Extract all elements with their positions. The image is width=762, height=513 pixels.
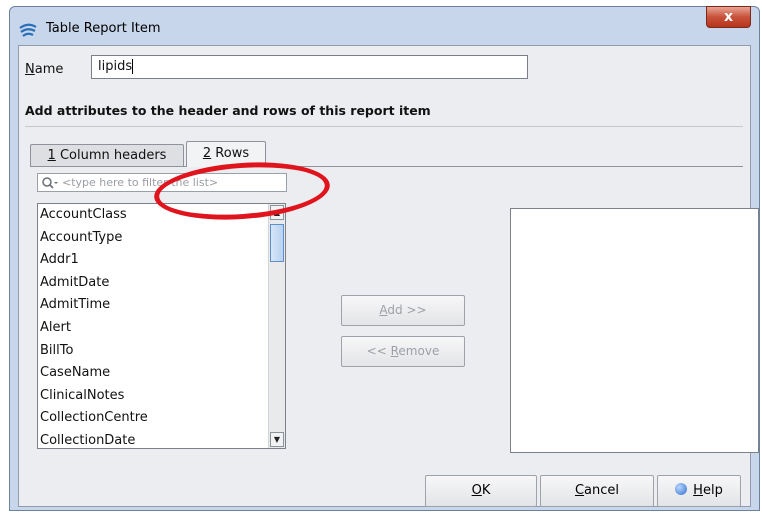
close-button[interactable]: x — [706, 6, 751, 28]
window-title: Table Report Item — [46, 21, 161, 36]
separator — [25, 126, 743, 127]
name-input[interactable]: lipids — [91, 55, 528, 79]
app-icon — [19, 23, 37, 37]
text-caret — [132, 59, 134, 74]
tab-baseline — [265, 166, 743, 167]
search-icon — [42, 177, 58, 189]
list-item[interactable]: Addr1 — [38, 249, 285, 272]
list-item[interactable]: BillTo — [38, 340, 285, 363]
remove-button[interactable]: << Remove — [341, 336, 465, 367]
selected-attributes-list[interactable] — [510, 208, 759, 453]
attribute-list[interactable]: AccountClass AccountType Addr1 AdmitDate Adm… — [37, 203, 286, 449]
tab-column-headers[interactable]: 1 Column headers — [30, 144, 184, 167]
title-bar[interactable]: Table Report Item x — [10, 6, 759, 45]
list-item[interactable]: CollectionDate — [38, 430, 285, 448]
instruction-text: Add attributes to the header and rows of… — [25, 103, 431, 118]
dialog-window: Table Report Item x Name lipids Add attr… — [9, 6, 760, 511]
arrow-down-icon[interactable]: ▼ — [270, 432, 284, 447]
dialog-body: Name lipids Add attributes to the header… — [18, 45, 759, 507]
name-value: lipids — [98, 59, 133, 74]
list-item[interactable]: ClinicalNotes — [38, 385, 285, 408]
cancel-button[interactable]: Cancel — [540, 475, 654, 507]
list-item[interactable]: AdmitDate — [38, 272, 285, 295]
ok-button[interactable]: OK — [425, 475, 537, 507]
list-item[interactable]: AccountType — [38, 227, 285, 250]
add-button[interactable]: Add >> — [341, 295, 465, 326]
help-button[interactable]: Help — [657, 475, 741, 507]
scrollbar-thumb[interactable] — [270, 224, 284, 262]
attribute-items: AccountClass AccountType Addr1 AdmitDate Adm… — [38, 204, 285, 448]
highlight-ring — [152, 156, 332, 226]
tab-baseline — [30, 166, 186, 167]
vertical-scrollbar[interactable]: ▲ ▼ — [268, 204, 285, 448]
list-item[interactable]: CollectionCentre — [38, 407, 285, 430]
list-item[interactable]: CaseName — [38, 362, 285, 385]
help-icon — [675, 483, 688, 495]
list-item[interactable]: Alert — [38, 317, 285, 340]
list-item[interactable]: AdmitTime — [38, 294, 285, 317]
name-label: Name — [25, 62, 64, 77]
